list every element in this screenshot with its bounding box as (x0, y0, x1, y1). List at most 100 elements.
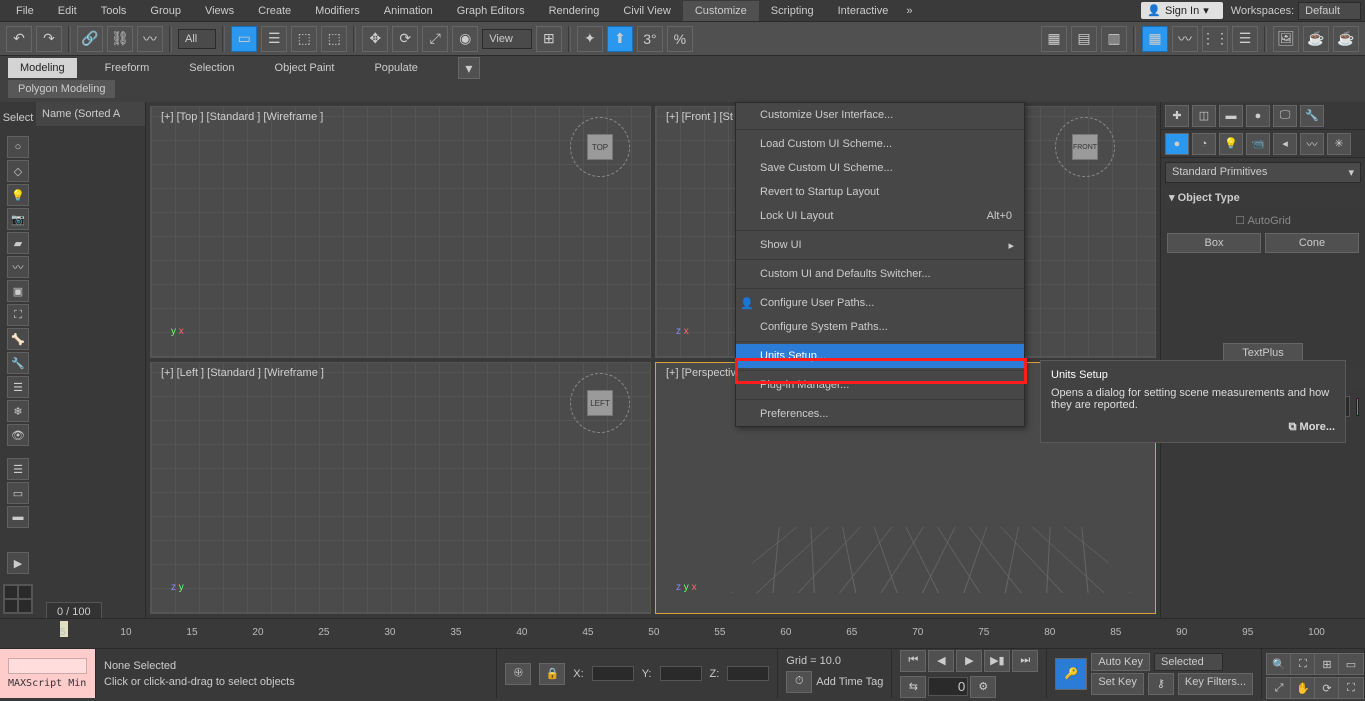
lock-selection-icon[interactable]: 🕀 (505, 663, 531, 685)
render-preset-button[interactable]: 🖼 (1273, 26, 1299, 52)
menu-item-show-ui[interactable]: Show UI▸ (736, 233, 1024, 257)
autogrid-checkbox[interactable]: ☐ AutoGrid (1167, 214, 1359, 227)
menu-item-units-setup[interactable]: Units Setup... (736, 344, 1024, 368)
filter-hidden-icon[interactable]: ❄ (7, 400, 29, 422)
nav-orbit-button[interactable]: ⟳ (1314, 677, 1340, 699)
next-frame-button[interactable]: ▶▮ (984, 650, 1010, 672)
play-button[interactable]: ▶ (956, 650, 982, 672)
nav-zoomext-button[interactable]: ⤢ (1266, 677, 1292, 699)
menu-edit[interactable]: Edit (46, 1, 89, 21)
object-type-header[interactable]: ▾ Object Type (1161, 187, 1365, 208)
add-time-tag[interactable]: Add Time Tag (816, 676, 883, 688)
y-input[interactable] (660, 666, 702, 681)
viewport-left-label[interactable]: [+] [Left ] [Standard ] [Wireframe ] (161, 367, 324, 379)
time-tag-icon[interactable]: ⏱ (786, 671, 812, 693)
filter-xrefs-icon[interactable]: ⛶ (7, 304, 29, 326)
cameras-cat-icon[interactable]: 📹 (1246, 133, 1270, 155)
move-button[interactable]: ✥ (362, 26, 388, 52)
filter-bones-icon[interactable]: 🦴 (7, 328, 29, 350)
filter-helpers-icon[interactable]: ▰ (7, 232, 29, 254)
name-column-header[interactable]: Name (Sorted A (36, 102, 145, 126)
set-key-big-button[interactable]: 🔑 (1055, 658, 1087, 690)
menu-file[interactable]: File (4, 1, 46, 21)
viewport-left[interactable]: [+] [Left ] [Standard ] [Wireframe ] LEF… (150, 362, 651, 614)
viewport-front-label[interactable]: [+] [Front ] [St (666, 111, 733, 123)
menu-interactive[interactable]: Interactive (826, 1, 901, 21)
viewport-layout-icon[interactable] (3, 584, 33, 614)
pivot-button[interactable]: ⊞ (536, 26, 562, 52)
display-tab-icon[interactable]: 🖵 (1273, 105, 1297, 127)
rect-select-button[interactable]: ⬚ (291, 26, 317, 52)
filter-cameras-icon[interactable]: 📷 (7, 208, 29, 230)
ribbon-tab-selection[interactable]: Selection (177, 58, 246, 78)
primitive-type-select[interactable]: Standard Primitives ▾ (1165, 162, 1361, 183)
menu-item-revert-to-startup-layout[interactable]: Revert to Startup Layout (736, 180, 1024, 204)
systems-cat-icon[interactable]: ✳ (1327, 133, 1351, 155)
menu-item-configure-system-paths[interactable]: Configure System Paths... (736, 315, 1024, 339)
timeline[interactable]: 5101520253035404550556065707580859095100 (0, 618, 1365, 648)
x-input[interactable] (592, 666, 634, 681)
filter-frozen-icon[interactable]: ☰ (7, 376, 29, 398)
nav-panview-button[interactable]: ✋ (1290, 677, 1316, 699)
redo-button[interactable]: ↷ (36, 26, 62, 52)
key-mode-button[interactable]: ⇆ (900, 676, 926, 698)
rotate-button[interactable]: ⟳ (392, 26, 418, 52)
render-frame-button[interactable]: ▦ (1142, 26, 1168, 52)
curve-editor-button[interactable]: 〰 (1172, 26, 1198, 52)
autokey-button[interactable]: Auto Key (1091, 653, 1150, 671)
ref-coord-select[interactable]: View (482, 29, 532, 49)
shapes-cat-icon[interactable]: ◔ (1192, 133, 1216, 155)
create-box-button[interactable]: Box (1167, 233, 1261, 253)
goto-end-button[interactable]: ⏭ (1012, 650, 1038, 672)
prev-frame-button[interactable]: ◀ (928, 650, 954, 672)
select-name-button[interactable]: ☰ (261, 26, 287, 52)
nav-zoom-button[interactable]: ⛶ (1290, 653, 1316, 675)
helpers-cat-icon[interactable]: ◂ (1273, 133, 1297, 155)
ribbon-tab-freeform[interactable]: Freeform (93, 58, 162, 78)
current-frame-input[interactable] (928, 677, 968, 696)
viewcube-left[interactable]: LEFT (570, 373, 630, 433)
setkey-button[interactable]: Set Key (1091, 673, 1144, 695)
viewport-top-label[interactable]: [+] [Top ] [Standard ] [Wireframe ] (161, 111, 323, 123)
place-button[interactable]: ◉ (452, 26, 478, 52)
key-filter-select[interactable]: Selected (1154, 653, 1223, 671)
viewcube-front[interactable]: FRONT (1055, 117, 1115, 177)
filter-spacewarps-icon[interactable]: 〰 (7, 256, 29, 278)
menu-group[interactable]: Group (138, 1, 193, 21)
nav-maximize-button[interactable]: ⛶ (1338, 677, 1364, 699)
create-cone-button[interactable]: Cone (1265, 233, 1359, 253)
menu-scripting[interactable]: Scripting (759, 1, 826, 21)
filter-groups-icon[interactable]: ▣ (7, 280, 29, 302)
render-setup-button[interactable]: ▥ (1101, 26, 1127, 52)
manipulate-button[interactable]: ✦ (577, 26, 603, 52)
filter-shapes-icon[interactable]: ◇ (7, 160, 29, 182)
expand-icon[interactable]: ▶ (7, 552, 29, 574)
geometry-cat-icon[interactable]: ● (1165, 133, 1189, 155)
filter-visible-icon[interactable]: 👁 (7, 424, 29, 446)
nav-pan-button[interactable]: 🔍 (1266, 653, 1292, 675)
list-all-icon[interactable]: ▬ (7, 506, 29, 528)
hierarchy-tab-icon[interactable]: ▬ (1219, 105, 1243, 127)
filter-geometry-icon[interactable]: ○ (7, 136, 29, 158)
material-editor-button[interactable]: ▤ (1071, 26, 1097, 52)
list-invert-icon[interactable]: ☰ (7, 458, 29, 480)
menu-views[interactable]: Views (193, 1, 246, 21)
nav-zoomall-button[interactable]: ⊞ (1314, 653, 1340, 675)
menu-overflow-icon[interactable]: » (900, 5, 918, 17)
link-button[interactable]: 🔗 (77, 26, 103, 52)
ribbon-tab-populate[interactable]: Populate (362, 58, 429, 78)
lights-cat-icon[interactable]: 💡 (1219, 133, 1243, 155)
ribbon-panel-polygon[interactable]: Polygon Modeling (8, 80, 115, 98)
schematic-view-button[interactable]: ▦ (1041, 26, 1067, 52)
quick-render-button[interactable]: ☕ (1333, 26, 1359, 52)
viewcube-top[interactable]: TOP (570, 117, 630, 177)
snap-toggle-button[interactable]: ⬆ (607, 26, 633, 52)
create-tab-icon[interactable]: ✚ (1165, 105, 1189, 127)
nav-fov-button[interactable]: ▭ (1338, 653, 1364, 675)
percent-snap-button[interactable]: % (667, 26, 693, 52)
scale-button[interactable]: ⤢ (422, 26, 448, 52)
menu-modifiers[interactable]: Modifiers (303, 1, 372, 21)
menu-civil-view[interactable]: Civil View (611, 1, 682, 21)
color-swatch[interactable] (1356, 398, 1359, 416)
dope-sheet-button[interactable]: ⋮⋮ (1202, 26, 1228, 52)
